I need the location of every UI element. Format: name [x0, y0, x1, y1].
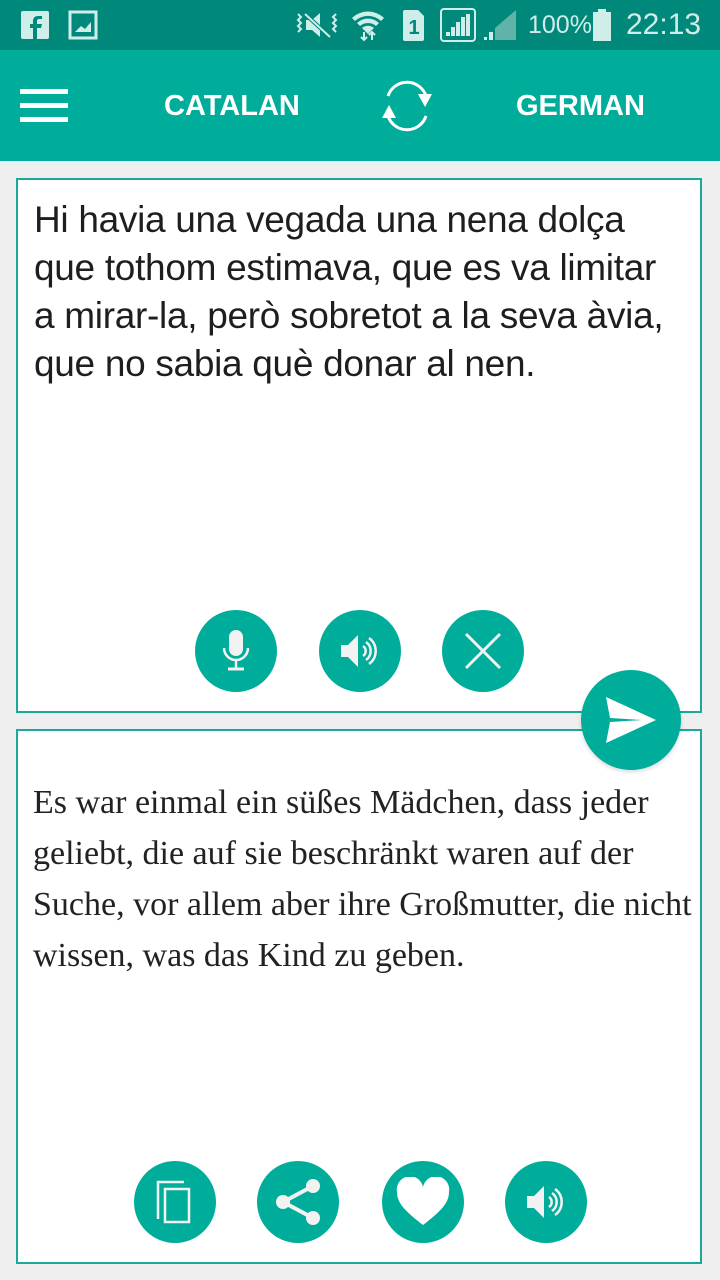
- speak-source-button[interactable]: [319, 610, 401, 692]
- hamburger-menu-icon[interactable]: [20, 89, 68, 123]
- svg-text:1: 1: [408, 17, 419, 39]
- share-button[interactable]: [257, 1161, 339, 1243]
- clear-icon: [464, 632, 502, 670]
- status-bar: 1 100% 22:13: [0, 0, 720, 50]
- signal-icon: [440, 0, 476, 50]
- toolbar: CATALAN GERMAN: [0, 50, 720, 161]
- swap-languages-icon[interactable]: [372, 74, 442, 138]
- share-icon: [276, 1179, 320, 1225]
- translated-text: Es war einmal ein süßes Mädchen, dass je…: [33, 784, 692, 974]
- copy-button[interactable]: [134, 1161, 216, 1243]
- speak-translation-button[interactable]: [505, 1161, 587, 1243]
- speaker-icon: [527, 1186, 563, 1218]
- translation-panel: Es war einmal ein süßes Mädchen, dass je…: [16, 729, 702, 1264]
- facebook-icon: [20, 0, 50, 50]
- translate-button[interactable]: [581, 670, 681, 770]
- source-text-input[interactable]: Hi havia una vegada una nena dolça que t…: [34, 196, 684, 388]
- clear-button[interactable]: [442, 610, 524, 692]
- microphone-icon: [222, 630, 250, 671]
- wifi-icon: [350, 0, 386, 50]
- image-icon: [68, 0, 98, 50]
- clock: 22:13: [626, 8, 702, 41]
- send-icon: [606, 697, 656, 743]
- favorite-icon: [396, 1177, 450, 1225]
- signal-2-icon: [482, 0, 518, 50]
- vibrate-mute-icon: [294, 0, 340, 50]
- favorite-button[interactable]: [382, 1161, 464, 1243]
- battery-icon: [592, 0, 612, 50]
- copy-icon: [156, 1180, 191, 1224]
- source-language-button[interactable]: CATALAN: [164, 86, 300, 126]
- source-panel: Hi havia una vegada una nena dolça que t…: [16, 178, 702, 713]
- battery-percent: 100%: [528, 10, 592, 39]
- speaker-icon: [341, 635, 377, 667]
- target-language-button[interactable]: GERMAN: [516, 86, 645, 126]
- sim-1-icon: 1: [402, 0, 426, 50]
- microphone-button[interactable]: [195, 610, 277, 692]
